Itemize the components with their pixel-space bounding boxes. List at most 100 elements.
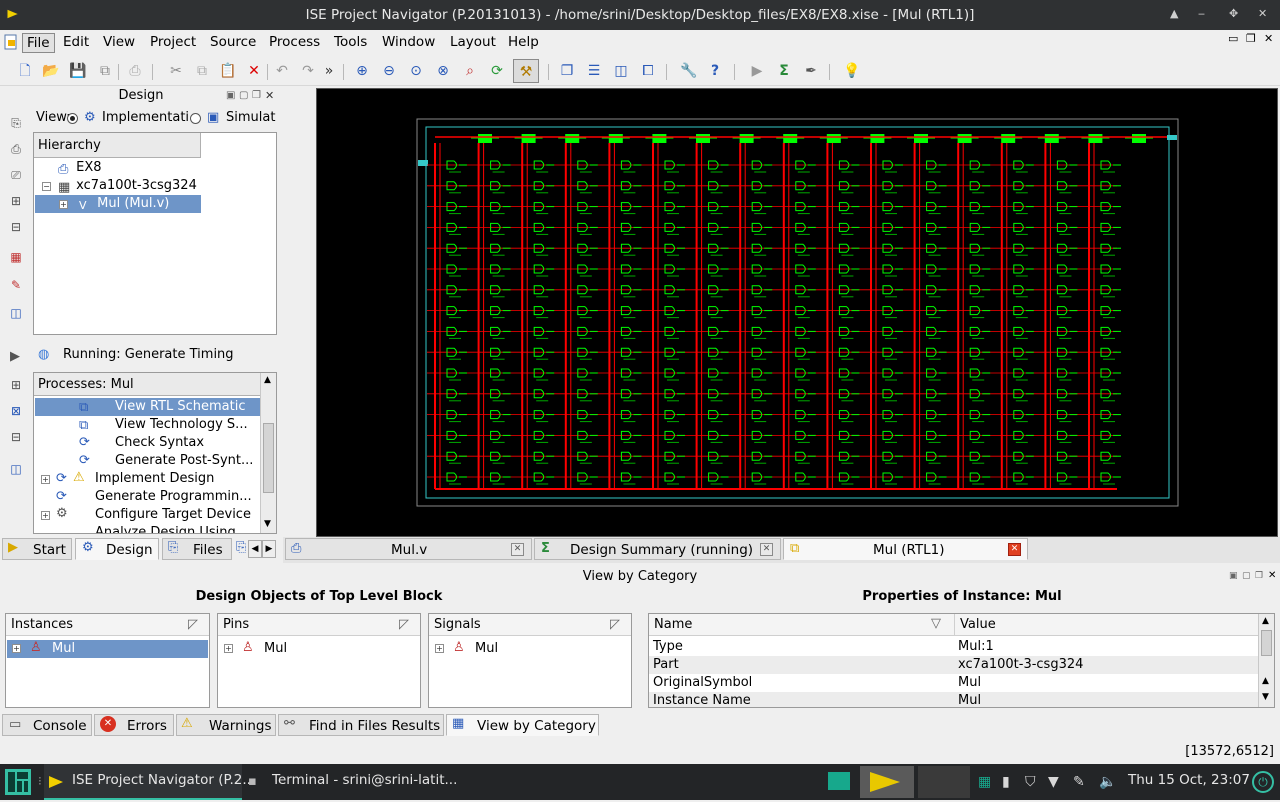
props-scroll-up2-icon[interactable]: ▲ <box>1262 676 1269 686</box>
scroll-thumb[interactable] <box>263 423 274 493</box>
float-window-icon[interactable]: ⧠ <box>639 62 657 80</box>
expand-pin-icon[interactable]: + <box>224 644 233 653</box>
left-tool-1-icon[interactable]: ⎘ <box>7 114 25 132</box>
menu-window[interactable]: Window <box>378 33 439 51</box>
process-implement[interactable]: Implement Design <box>95 470 214 488</box>
menu-layout[interactable]: Layout <box>446 33 500 51</box>
tree-item-ex8[interactable]: ⎙ EX8 <box>58 159 102 177</box>
bottom-restore-icon[interactable]: ▢ <box>1242 571 1251 581</box>
zoom-in-icon[interactable]: ⊕ <box>353 62 371 80</box>
pins-header[interactable]: Pins <box>218 614 420 636</box>
schematic-canvas[interactable] <box>316 88 1278 537</box>
tabs-right-arrow[interactable]: ▶ <box>262 540 276 558</box>
zoom-selected-icon[interactable]: ⌕ <box>461 62 479 80</box>
sort-icon[interactable]: ◸ <box>610 617 620 632</box>
copy-icon[interactable]: ⧉ <box>193 62 211 80</box>
shield-icon[interactable]: ⛉ <box>1025 774 1036 790</box>
menu-edit[interactable]: Edit <box>59 33 93 51</box>
close-mul-v-tab[interactable]: ✕ <box>511 543 524 556</box>
tile-horizontal-icon[interactable]: ☰ <box>585 62 603 80</box>
tab-view-by-category[interactable]: View by Category <box>446 714 599 736</box>
tab-mul-rtl[interactable]: Mul (RTL1) <box>783 538 1028 560</box>
zoom-fit-icon[interactable]: ⊙ <box>407 62 425 80</box>
property-row[interactable]: Type Mul:1 <box>649 638 1258 656</box>
schematic-tool-icon[interactable]: ⚒ <box>513 59 539 83</box>
keep-above-icon[interactable]: ▲ <box>1170 7 1178 20</box>
menu-file[interactable]: File <box>22 33 55 53</box>
tray-app-icon[interactable]: ▦ <box>978 774 991 790</box>
save-all-icon[interactable]: ⧉ <box>96 62 114 80</box>
workspace-3-icon[interactable] <box>918 766 970 798</box>
close-window-button[interactable]: ✕ <box>1258 7 1267 20</box>
save-icon[interactable]: 💾 <box>69 62 87 80</box>
undo-icon[interactable]: ↶ <box>273 62 291 80</box>
workspace-1-icon[interactable] <box>828 772 850 790</box>
delete-icon[interactable]: ✕ <box>245 62 263 80</box>
help-pointer-icon[interactable]: ? <box>706 62 724 80</box>
more-icon[interactable]: » <box>320 62 338 80</box>
tab-design-summary[interactable]: Design Summary (running) <box>534 538 781 560</box>
scroll-down-icon[interactable]: ▼ <box>264 519 271 529</box>
close-rtl-tab[interactable]: ✕ <box>1008 543 1021 556</box>
mdi-restore-button[interactable]: ❐ <box>1246 32 1256 45</box>
left-proc-1-icon[interactable]: ⊞ <box>7 376 25 394</box>
left-proc-2-icon[interactable]: ⊠ <box>7 402 25 420</box>
tile-vertical-icon[interactable]: ◫ <box>612 62 630 80</box>
new-file-icon[interactable]: 🗋 <box>16 62 34 80</box>
wifi-icon[interactable]: ▼ <box>1048 774 1059 790</box>
left-tool-8-icon[interactable]: ◫ <box>7 304 25 322</box>
process-generate-post[interactable]: Generate Post-Synt... <box>115 452 253 470</box>
zoom-area-icon[interactable]: ⊗ <box>434 62 452 80</box>
process-view-tech[interactable]: View Technology S... <box>115 416 248 434</box>
zoom-out-icon[interactable]: ⊖ <box>380 62 398 80</box>
instances-header[interactable]: Instances <box>6 614 209 636</box>
volume-icon[interactable]: 🔈 <box>1099 774 1116 790</box>
menu-view[interactable]: View <box>99 33 139 51</box>
menu-help[interactable]: Help <box>504 33 543 51</box>
menu-tools[interactable]: Tools <box>330 33 371 51</box>
collapse-icon[interactable]: − <box>42 182 51 191</box>
tree-item-device[interactable]: ▦ xc7a100t-3csg324 <box>58 177 197 195</box>
pins-item-mul[interactable]: Mul <box>264 640 287 658</box>
paste-icon[interactable]: 📋 <box>219 62 237 80</box>
processes-scrollbar[interactable]: ▲ ▼ <box>260 373 276 533</box>
clock[interactable]: Thu 15 Oct, 23:07 <box>1128 772 1250 788</box>
run-icon[interactable]: ▶ <box>748 62 766 80</box>
sort-icon[interactable]: ◸ <box>188 617 198 632</box>
property-row[interactable]: Part xc7a100t-3-csg324 <box>649 656 1258 674</box>
panel-close-icon[interactable]: ✕ <box>265 89 274 102</box>
left-proc-4-icon[interactable]: ◫ <box>7 460 25 478</box>
expand-implement-icon[interactable]: + <box>41 475 50 484</box>
maximize-button[interactable]: ✥ <box>1229 7 1238 20</box>
props-scroll-down-icon[interactable]: ▼ <box>1262 692 1269 702</box>
left-tool-5-icon[interactable]: ⊟ <box>7 218 25 236</box>
view-implementation-label[interactable]: Implementati <box>102 110 190 125</box>
bottom-float-icon[interactable]: ▣ <box>1229 571 1238 581</box>
expand-instance-icon[interactable]: + <box>12 644 21 653</box>
signals-item-mul[interactable]: Mul <box>475 640 498 658</box>
mdi-minimize-button[interactable]: ▭ <box>1228 32 1238 45</box>
view-simulation-label[interactable]: Simulat <box>226 110 278 125</box>
left-tool-3-icon[interactable]: ⎚ <box>7 166 25 184</box>
probe-icon[interactable]: ✒ <box>802 62 820 80</box>
view-implementation-radio[interactable] <box>67 113 78 124</box>
print-icon[interactable]: ⎙ <box>126 62 144 80</box>
left-tool-7-icon[interactable]: ✎ <box>7 276 25 294</box>
power-icon[interactable]: ⏻ <box>1252 771 1274 793</box>
menu-project[interactable]: Project <box>146 33 200 51</box>
value-column-header[interactable]: Value <box>954 614 1258 636</box>
battery-icon[interactable]: ▮ <box>1002 774 1010 790</box>
left-tool-2-icon[interactable]: ⎙ <box>7 140 25 158</box>
left-tool-6-icon[interactable]: ▦ <box>7 248 25 266</box>
process-generate-prog[interactable]: Generate Programmin... <box>95 488 252 506</box>
panel-float-icon[interactable]: ▣ <box>226 90 235 101</box>
clip-icon[interactable]: ✎ <box>1073 774 1085 790</box>
props-scroll-thumb[interactable] <box>1261 630 1272 656</box>
menu-source[interactable]: Source <box>206 33 260 51</box>
view-simulation-radio[interactable] <box>190 113 201 124</box>
bottom-max-icon[interactable]: ❐ <box>1255 571 1263 581</box>
libraries-icon[interactable]: ⎘ <box>236 540 246 555</box>
tab-find-results[interactable]: Find in Files Results <box>278 714 444 736</box>
scroll-up-icon[interactable]: ▲ <box>264 375 271 385</box>
panel-restore-icon[interactable]: ▢ <box>239 90 248 101</box>
